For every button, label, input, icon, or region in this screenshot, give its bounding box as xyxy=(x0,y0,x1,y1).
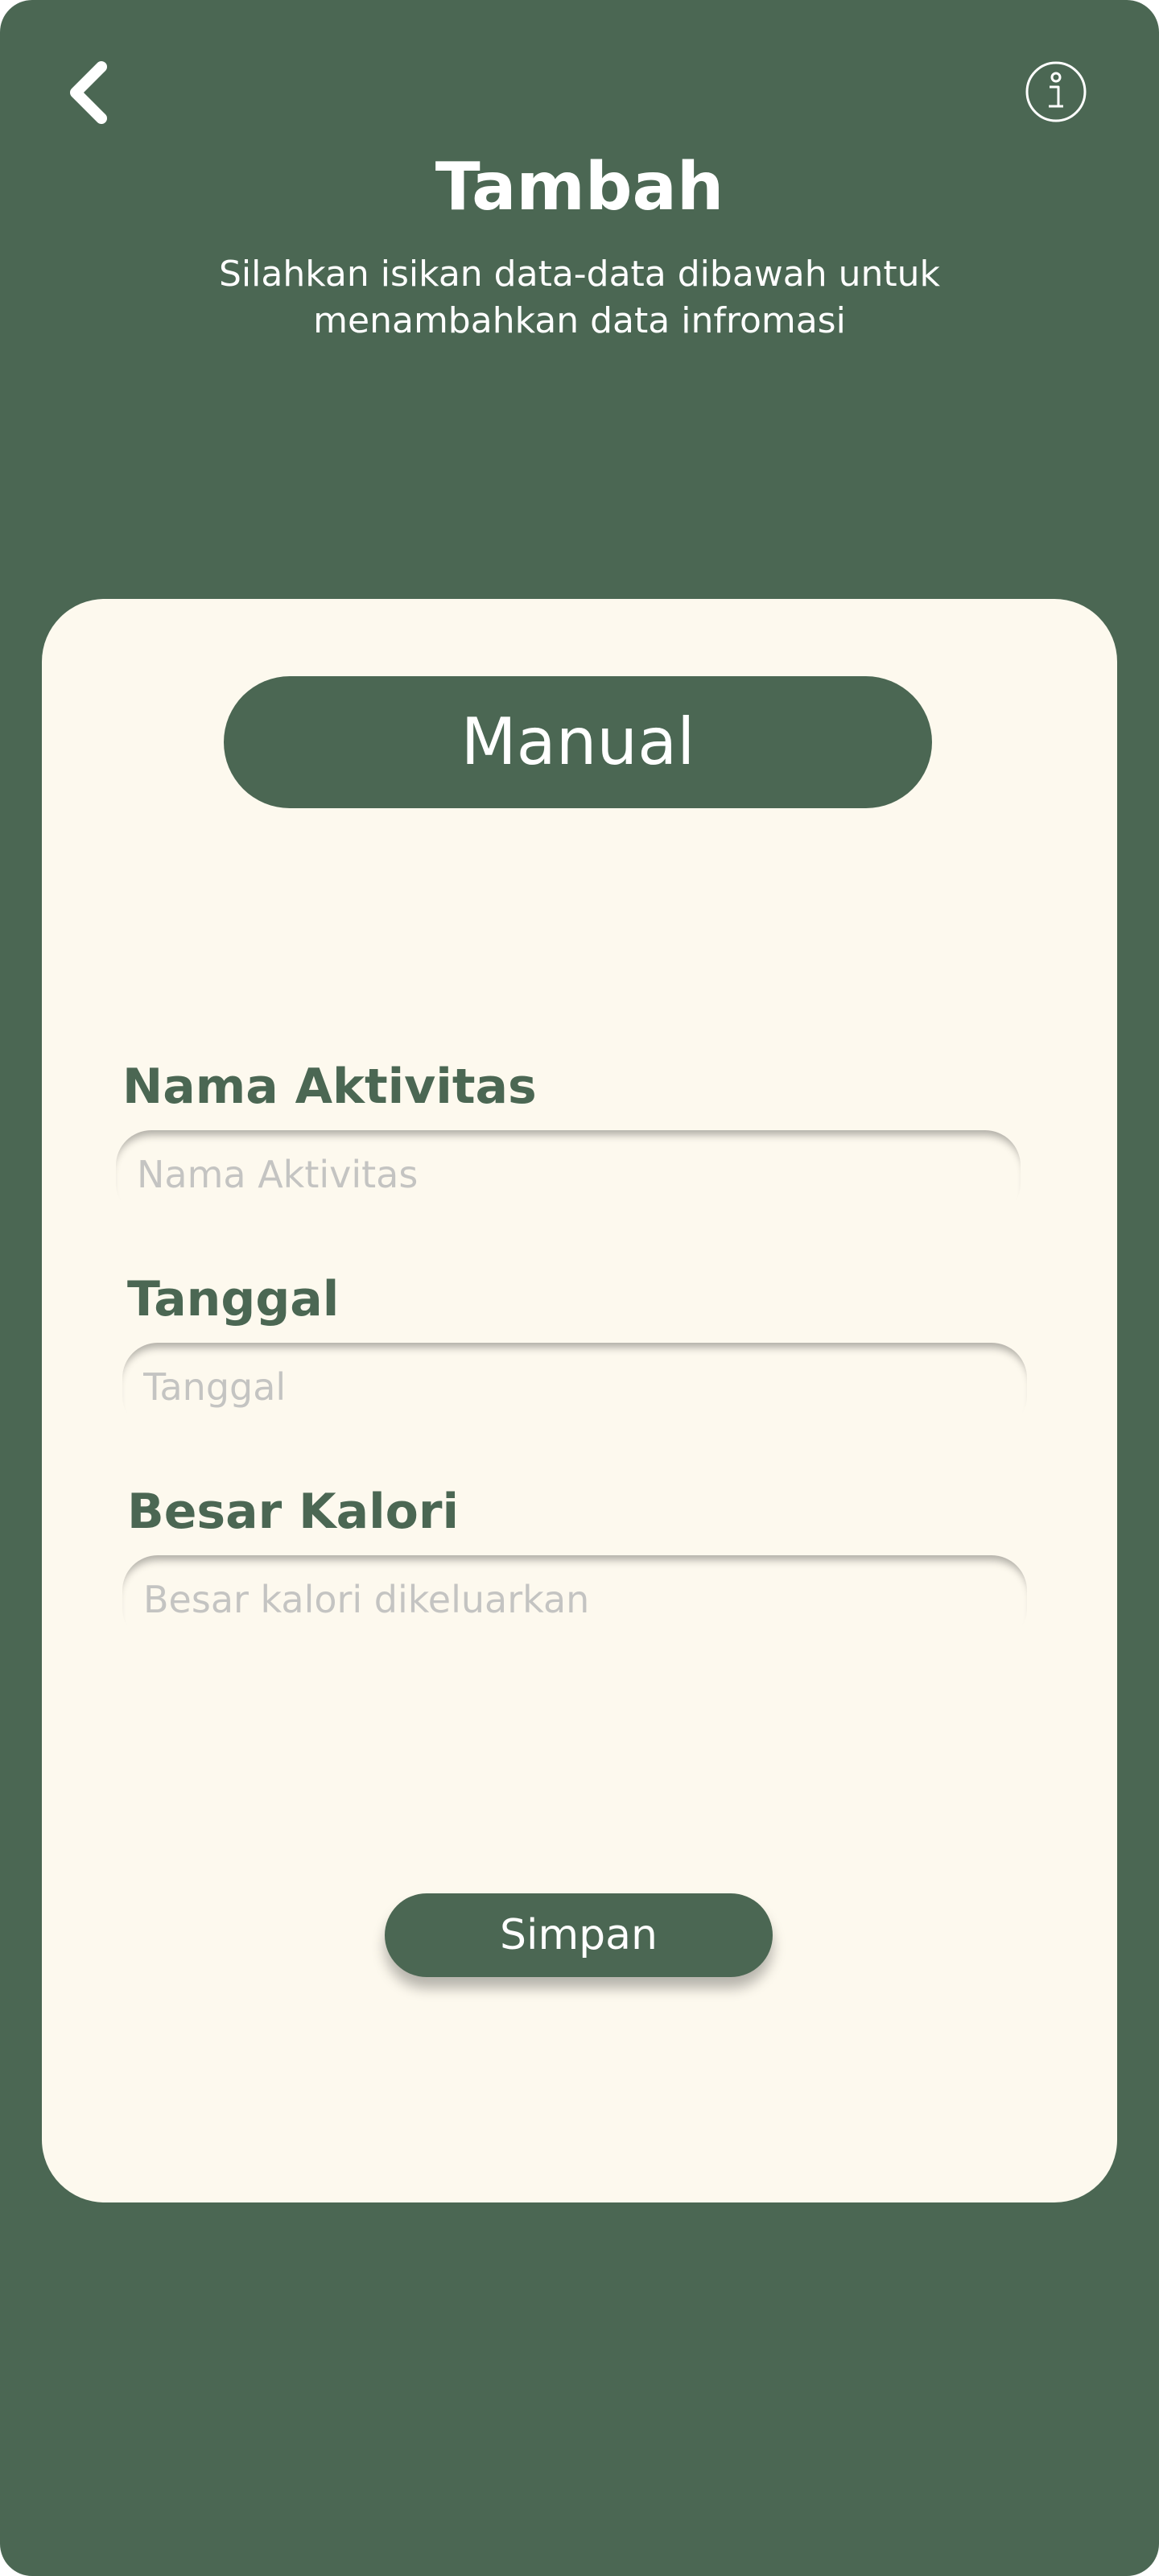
date-label: Tanggal xyxy=(127,1271,340,1327)
activity-name-input[interactable] xyxy=(116,1130,1021,1219)
page-subtitle: Silahkan isikan data-data dibawah untuk … xyxy=(218,254,941,341)
activity-name-label: Nama Aktivitas xyxy=(122,1059,537,1115)
screen: Tambah Silahkan isikan data-data dibawah… xyxy=(0,0,1159,2576)
chevron-left-icon xyxy=(70,61,107,124)
calorie-input[interactable] xyxy=(122,1555,1027,1644)
calorie-label: Besar Kalori xyxy=(127,1484,460,1540)
date-input[interactable] xyxy=(122,1343,1027,1431)
page-title: Tambah xyxy=(435,149,724,225)
info-icon xyxy=(1025,61,1087,122)
info-button[interactable] xyxy=(1024,60,1088,124)
back-button[interactable] xyxy=(56,56,121,129)
save-button[interactable]: Simpan xyxy=(385,1893,773,1977)
form-card: Manual Nama Aktivitas Tanggal Besar Kalo… xyxy=(42,599,1117,2202)
manual-mode-button[interactable]: Manual xyxy=(224,676,932,808)
